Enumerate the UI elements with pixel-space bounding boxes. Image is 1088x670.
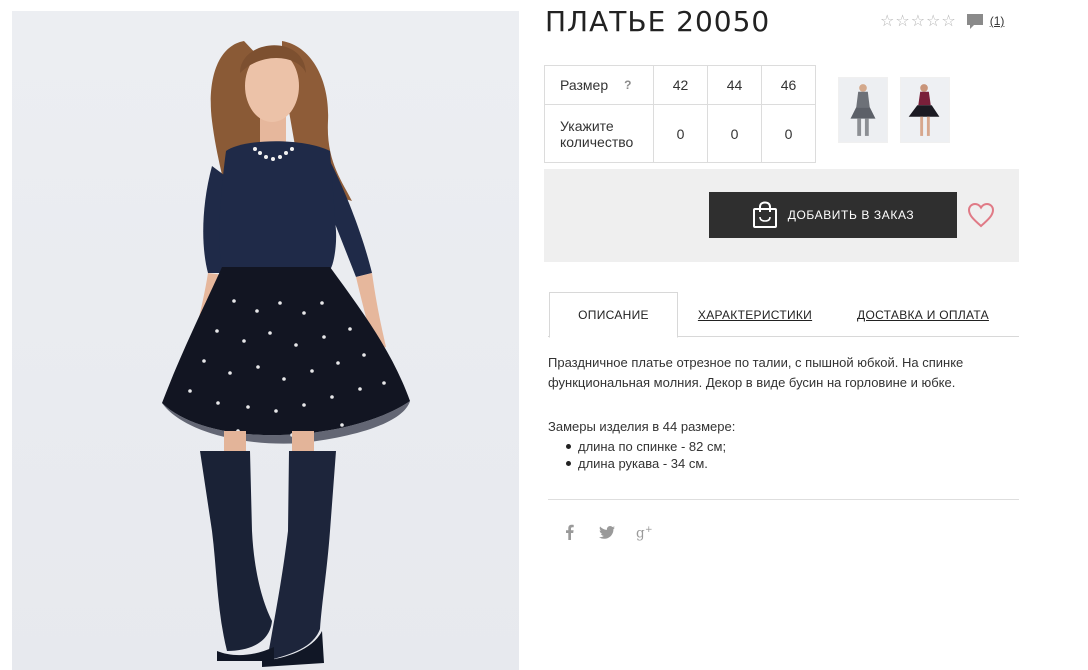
- order-panel: ДОБАВИТЬ В ЗАКАЗ: [544, 169, 1019, 262]
- product-rating: ☆ ☆ ☆ ☆ ☆ (1): [880, 12, 1004, 30]
- model-illustration: [162, 41, 410, 667]
- quantity-input-44[interactable]: 0: [707, 104, 762, 163]
- quantity-row: Укажите количество 0 0 0: [544, 104, 816, 163]
- quantity-input-42[interactable]: 0: [653, 104, 708, 163]
- size-help-icon[interactable]: ?: [624, 78, 631, 92]
- size-row: Размер ? 42 44 46: [544, 65, 816, 105]
- tab-delivery-payment[interactable]: ДОСТАВКА И ОПЛАТА: [848, 292, 998, 337]
- thumbnail-photo-1[interactable]: [838, 77, 888, 143]
- size-44: 44: [707, 65, 762, 105]
- social-share: g +: [560, 522, 654, 542]
- tab-characteristics[interactable]: ХАРАКТЕРИСТИКИ: [690, 292, 820, 337]
- star-icon[interactable]: ☆: [895, 12, 909, 30]
- description-line-1: Праздничное платье отрезное по талии, с …: [548, 355, 964, 370]
- google-plus-icon[interactable]: g +: [636, 522, 654, 542]
- size-label-cell: Размер ?: [544, 65, 654, 105]
- size-label: Размер: [560, 77, 609, 93]
- star-icon[interactable]: ☆: [880, 12, 894, 30]
- quantity-label: Укажите количество: [544, 104, 654, 163]
- measures-list: длина по спинке - 82 см; длина рукава - …: [566, 438, 726, 472]
- reviews-count-link[interactable]: (1): [990, 14, 1005, 28]
- add-to-order-label: ДОБАВИТЬ В ЗАКАЗ: [787, 208, 915, 222]
- heart-icon[interactable]: [967, 202, 995, 228]
- thumbnail-photo-2[interactable]: [900, 77, 950, 143]
- shopping-bag-icon: [752, 201, 777, 228]
- comment-icon[interactable]: [966, 12, 984, 30]
- quantity-label-line2: количество: [560, 133, 634, 150]
- product-tabs: ОПИСАНИЕ ХАРАКТЕРИСТИКИ ДОСТАВКА И ОПЛАТ…: [548, 292, 1019, 338]
- svg-text:g: g: [636, 525, 645, 541]
- thumbnail-image: [839, 78, 887, 142]
- list-item: длина рукава - 34 см.: [566, 455, 726, 472]
- quantity-label-line1: Укажите: [560, 117, 614, 134]
- size-42: 42: [653, 65, 708, 105]
- star-icon[interactable]: ☆: [941, 12, 955, 30]
- star-icon[interactable]: ☆: [926, 12, 940, 30]
- tab-description[interactable]: ОПИСАНИЕ: [549, 292, 678, 338]
- star-icon[interactable]: ☆: [911, 12, 925, 30]
- product-title: ПЛАТЬЕ 20050: [545, 5, 771, 38]
- description-line-2: функциональная молния. Декор в виде буси…: [548, 375, 956, 390]
- measures-title: Замеры изделия в 44 размере:: [548, 419, 736, 434]
- product-main-photo[interactable]: [12, 11, 519, 670]
- size-quantity-table: Размер ? 42 44 46 Укажите количество 0 0…: [544, 65, 816, 163]
- product-description: Праздничное платье отрезное по талии, с …: [548, 353, 1003, 393]
- twitter-icon[interactable]: [598, 522, 616, 542]
- list-item: длина по спинке - 82 см;: [566, 438, 726, 455]
- add-to-order-button[interactable]: ДОБАВИТЬ В ЗАКАЗ: [709, 192, 957, 238]
- facebook-icon[interactable]: [560, 522, 578, 542]
- divider: [548, 499, 1019, 500]
- quantity-input-46[interactable]: 0: [761, 104, 816, 163]
- rating-stars[interactable]: ☆ ☆ ☆ ☆ ☆: [880, 12, 956, 30]
- size-46: 46: [761, 65, 816, 105]
- svg-text:+: +: [645, 525, 653, 535]
- thumbnail-image: [901, 78, 949, 142]
